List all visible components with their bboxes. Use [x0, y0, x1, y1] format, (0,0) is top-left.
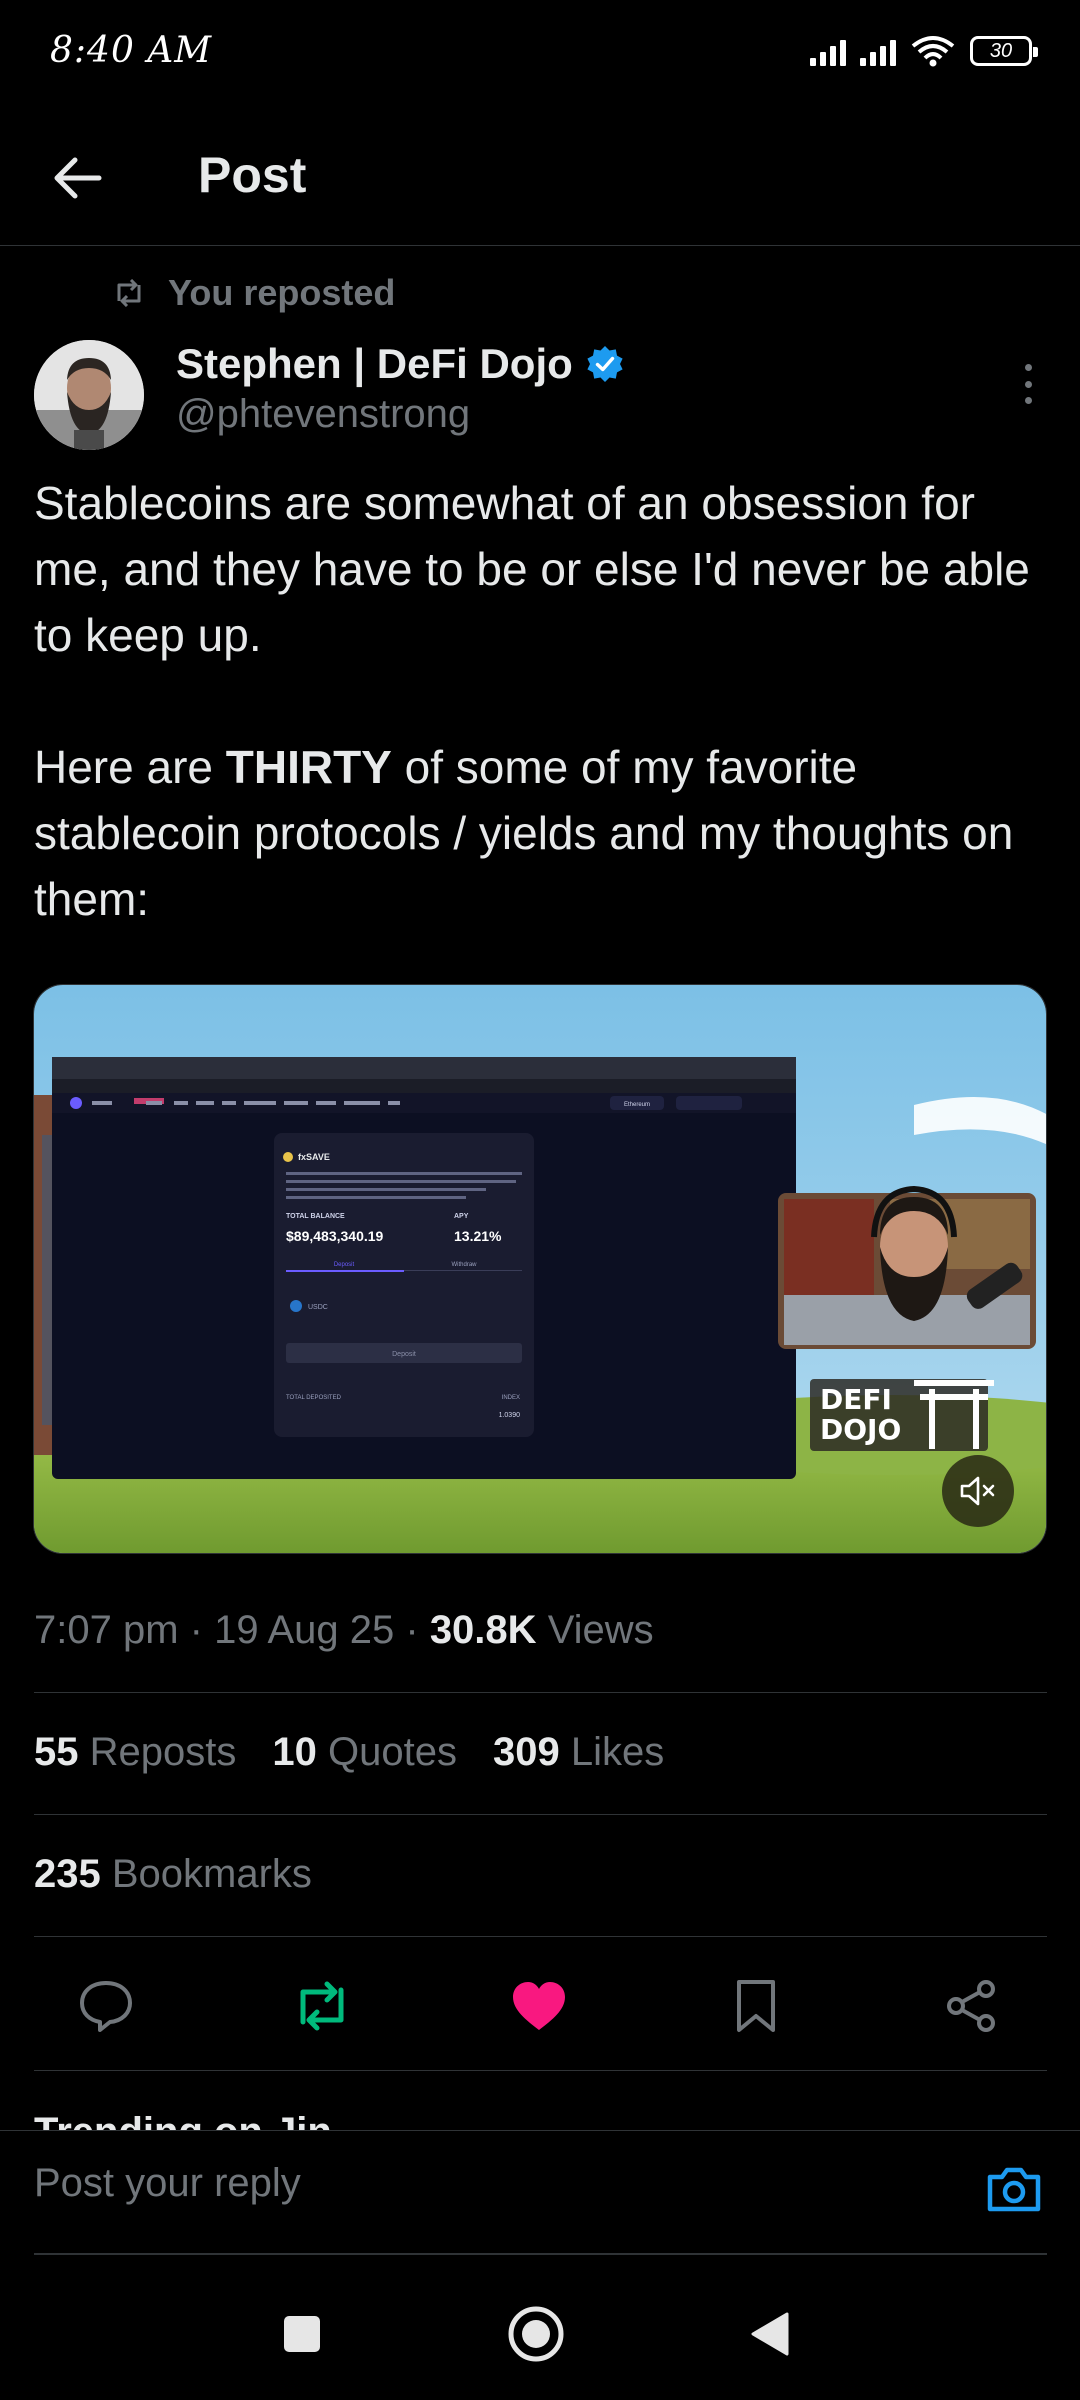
repost-button[interactable]	[286, 1970, 358, 2042]
verified-badge-icon	[587, 346, 623, 382]
square-icon	[284, 2316, 320, 2352]
like-button[interactable]	[503, 1970, 575, 2042]
svg-text:Ethereum: Ethereum	[624, 1102, 650, 1108]
svg-text:1.0390: 1.0390	[499, 1412, 521, 1419]
svg-text:USDC: USDC	[308, 1304, 328, 1311]
reply-icon	[80, 1981, 132, 2032]
camera-icon	[987, 2167, 1041, 2212]
top-bar: Post	[0, 110, 1080, 246]
svg-text:TOTAL DEPOSITED: TOTAL DEPOSITED	[286, 1395, 342, 1401]
repost-small-icon	[117, 279, 141, 307]
repost-label: You reposted	[168, 272, 396, 313]
reposts-stat[interactable]: 55 Reposts	[34, 1730, 236, 1775]
more-options-icon[interactable]	[1018, 364, 1038, 404]
status-icons: 30	[810, 34, 1038, 68]
mute-icon	[960, 1476, 995, 1506]
svg-text:INDEX: INDEX	[502, 1395, 520, 1401]
home-circle-icon	[508, 2306, 564, 2362]
post-video[interactable]: Ethereum fxSAVE TOTAL BALANCE APY $89,48…	[33, 984, 1047, 1554]
heart-icon	[513, 1982, 565, 2030]
battery-icon: 30	[970, 36, 1038, 66]
share-icon	[947, 1980, 995, 2032]
bookmarks-stat[interactable]: 235 Bookmarks	[34, 1852, 312, 1897]
reply-underline	[34, 2253, 1047, 2255]
svg-text:TOTAL BALANCE: TOTAL BALANCE	[286, 1213, 345, 1220]
recents-button[interactable]	[272, 2304, 332, 2364]
views-label: Views	[547, 1608, 654, 1652]
trending-heading: Trending on Jin	[34, 2110, 332, 2132]
author-name-text: Stephen | DeFi Dojo	[176, 340, 573, 387]
video-total-balance: $89,483,340.19	[286, 1228, 384, 1244]
bookmark-button[interactable]	[720, 1970, 792, 2042]
repost-indicator: You reposted	[112, 272, 395, 314]
reply-bar: Post your reply	[0, 2130, 1080, 2255]
author-handle[interactable]: @phtevenstrong	[176, 392, 470, 437]
post-paragraph-2: Here are THIRTY of some of my favorite s…	[34, 741, 1014, 925]
likes-stat[interactable]: 309 Likes	[493, 1730, 664, 1775]
post-emphasis: THIRTY	[225, 741, 392, 793]
triangle-back-icon	[751, 2312, 789, 2356]
reply-input[interactable]: Post your reply	[34, 2161, 301, 2206]
page-title: Post	[198, 147, 307, 203]
status-bar: 8:40 AM 30	[0, 0, 1080, 110]
mute-button[interactable]	[942, 1455, 1014, 1527]
views-count[interactable]: 30.8K	[430, 1608, 537, 1652]
action-bar	[0, 1960, 1080, 2052]
system-nav-bar	[0, 2270, 1080, 2400]
repost-icon	[300, 1981, 344, 2031]
post-date: 19 Aug 25	[214, 1608, 395, 1652]
engagement-stats: 55 Reposts 10 Quotes 309 Likes	[34, 1730, 664, 1775]
share-button[interactable]	[936, 1970, 1008, 2042]
video-apy: 13.21%	[454, 1228, 502, 1244]
camera-button[interactable]	[984, 2159, 1044, 2219]
video-card-title: fxSAVE	[298, 1152, 330, 1162]
signal-icon-2	[860, 36, 896, 66]
video-thumbnail: Ethereum fxSAVE TOTAL BALANCE APY $89,48…	[34, 985, 1046, 1553]
post-paragraph-1: Stablecoins are somewhat of an obsession…	[34, 477, 1030, 661]
signal-icon	[810, 36, 846, 66]
divider	[34, 1692, 1047, 1693]
avatar[interactable]	[34, 340, 144, 450]
divider	[34, 1814, 1047, 1815]
svg-text:APY: APY	[454, 1213, 469, 1220]
svg-text:Withdraw: Withdraw	[451, 1262, 477, 1268]
avatar-image	[34, 340, 144, 450]
home-button[interactable]	[506, 2304, 566, 2364]
back-nav-button[interactable]	[740, 2304, 800, 2364]
defi-dojo-logo-line2: DOJO	[820, 1413, 901, 1446]
svg-text:Deposit: Deposit	[392, 1351, 416, 1358]
wifi-icon	[911, 36, 955, 67]
post-time: 7:07 pm	[34, 1608, 179, 1652]
divider	[34, 2070, 1047, 2071]
bookmark-icon	[737, 1980, 775, 2032]
author-name[interactable]: Stephen | DeFi Dojo	[176, 340, 625, 388]
back-button[interactable]	[40, 140, 116, 216]
defi-dojo-logo-line1: DEFI	[820, 1383, 892, 1416]
post-meta: 7:07 pm · 19 Aug 25 · 30.8K Views	[34, 1608, 654, 1652]
post-text: Stablecoins are somewhat of an obsession…	[34, 470, 1054, 932]
divider	[34, 1936, 1047, 1937]
status-time: 8:40 AM	[50, 30, 213, 71]
reply-button[interactable]	[70, 1970, 142, 2042]
svg-text:Deposit: Deposit	[334, 1262, 355, 1268]
quotes-stat[interactable]: 10 Quotes	[272, 1730, 457, 1775]
back-arrow-icon	[54, 157, 102, 199]
